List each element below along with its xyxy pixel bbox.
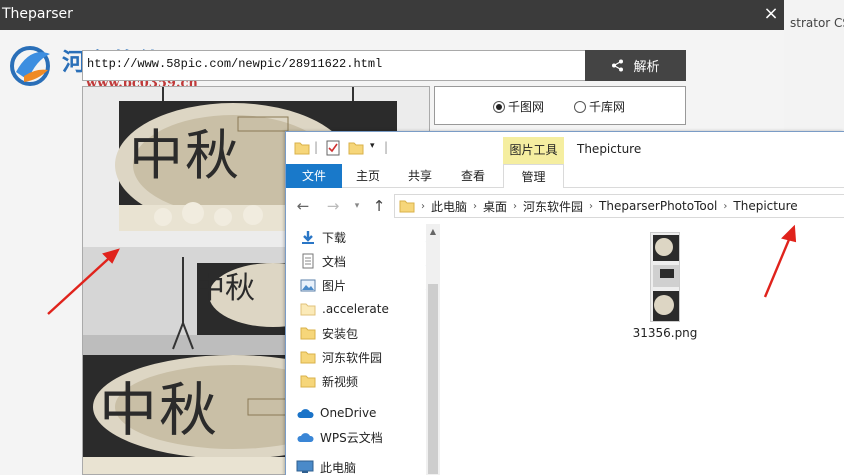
folder-icon: [399, 200, 415, 213]
document-icon: [302, 253, 314, 269]
nav-item-label: 此电脑: [320, 460, 357, 475]
nav-item-label: 河东软件园: [322, 350, 383, 365]
download-icon: [302, 231, 314, 244]
nav-item-this-pc[interactable]: 此电脑: [296, 456, 420, 475]
address-row: ← → ▾ ↑ › 此电脑 › 桌面 › 河东软件园 › TheparserPh…: [286, 188, 844, 224]
up-arrow-icon[interactable]: ↑: [370, 197, 388, 215]
address-bar[interactable]: › 此电脑 › 桌面 › 河东软件园 › TheparserPhotoTool …: [394, 194, 844, 218]
nav-item-onedrive[interactable]: OneDrive: [296, 402, 420, 424]
app-title: Theparser: [2, 6, 73, 22]
qat-dropdown-icon[interactable]: ▾: [370, 141, 375, 151]
ribbon-tabs: 文件 主页 共享 查看 管理: [286, 164, 844, 189]
file-name: 31356.png: [632, 326, 698, 340]
breadcrumb-hedong[interactable]: 河东软件园: [523, 198, 583, 215]
back-arrow-icon[interactable]: ←: [294, 197, 312, 215]
breadcrumb-photo-tool[interactable]: TheparserPhotoTool: [599, 199, 717, 213]
nav-item-label: 安装包: [322, 326, 359, 341]
folder-icon: [300, 351, 316, 364]
radio-qianku[interactable]: 千库网: [574, 98, 625, 115]
nav-item-pictures[interactable]: 图片 📌: [300, 274, 437, 296]
app-titlebar[interactable]: Theparser ×: [0, 0, 784, 30]
nav-item-accelerate[interactable]: .accelerate: [300, 298, 424, 320]
computer-icon: [296, 460, 314, 473]
close-icon[interactable]: ×: [760, 2, 782, 26]
breadcrumb-desktop[interactable]: 桌面: [483, 198, 507, 215]
radio-qianku-label: 千库网: [589, 100, 626, 114]
nav-item-label: 图片: [322, 278, 347, 293]
radio-dot: [574, 100, 586, 113]
folder-icon: [300, 375, 316, 388]
share-icon: [612, 59, 624, 72]
new-folder-icon[interactable]: [348, 141, 364, 155]
site-selector: 千图网 千库网: [434, 86, 686, 125]
nav-item-downloads[interactable]: 下载 📌: [300, 226, 437, 248]
tab-view[interactable]: 查看: [461, 164, 485, 188]
nav-item-label: OneDrive: [320, 406, 377, 420]
nav-item-label: .accelerate: [322, 302, 389, 316]
picture-icon: [300, 279, 316, 292]
nav-item-documents[interactable]: 文档 📌: [300, 250, 437, 272]
properties-icon[interactable]: [326, 140, 340, 156]
parse-button[interactable]: 解析: [585, 50, 686, 81]
folder-icon: [300, 303, 316, 316]
nav-item-label: 新视频: [322, 374, 359, 389]
qat-divider: |: [314, 140, 319, 154]
radio-qiantu-label: 千图网: [508, 100, 545, 114]
file-item[interactable]: 31356.png: [630, 232, 700, 340]
screen: strator CS Theparser × 河东软件园 www.pc0359.…: [0, 0, 844, 475]
cloud-icon: [297, 433, 314, 442]
poster-title-middle: 中秋: [195, 271, 255, 306]
nav-item-hedong[interactable]: 河东软件园: [300, 346, 424, 368]
parse-button-label: 解析: [633, 60, 660, 75]
nav-scrollbar[interactable]: ▲: [426, 224, 440, 475]
url-input[interactable]: http://www.58pic.com/newpic/28911622.htm…: [82, 50, 586, 81]
breadcrumb-this-pc[interactable]: 此电脑: [431, 198, 467, 215]
folder-icon: [300, 327, 316, 340]
scroll-up-icon[interactable]: ▲: [426, 224, 440, 240]
file-list: 31356.png: [440, 224, 844, 475]
breadcrumb-thepicture[interactable]: Thepicture: [733, 199, 797, 213]
poster-title-top: 中秋: [129, 124, 241, 187]
navigation-pane: 下载 📌 文档 📌 图片 📌 .accelerate 安装包: [286, 224, 440, 475]
file-explorer-window: | ▾ | Thepicture 图片工具 文件 主页 共享 查看 管理 ← →…: [285, 131, 844, 475]
tab-home[interactable]: 主页: [356, 164, 380, 188]
nav-item-label: 文档: [322, 254, 347, 269]
qat-divider-2: |: [384, 140, 389, 154]
tab-manage[interactable]: 管理: [503, 164, 564, 189]
forward-arrow-icon[interactable]: →: [324, 197, 342, 215]
recent-dropdown-icon[interactable]: ▾: [348, 197, 366, 215]
nav-item-label: 下载: [322, 230, 347, 245]
breadcrumb-separator: ›: [723, 200, 728, 212]
nav-item-new-video[interactable]: 新视频: [300, 370, 424, 392]
radio-dot-checked: [493, 100, 505, 113]
window-title: Thepicture: [577, 142, 642, 156]
breadcrumb-separator: ›: [589, 200, 594, 212]
breadcrumb-separator: ›: [513, 200, 518, 212]
watermark-logo-icon: [10, 46, 50, 86]
tab-share[interactable]: 共享: [408, 164, 432, 188]
picture-tools-label: 图片工具: [503, 137, 564, 164]
png-thumbnail-icon: [650, 232, 680, 322]
background-window-title: strator CS: [790, 16, 844, 30]
nav-item-installers[interactable]: 安装包: [300, 322, 424, 344]
cloud-icon: [297, 409, 314, 418]
nav-item-label: WPS云文档: [320, 430, 383, 445]
breadcrumb-separator: ›: [473, 200, 478, 212]
nav-item-wps-cloud[interactable]: WPS云文档: [296, 426, 420, 448]
tab-file[interactable]: 文件: [286, 164, 342, 188]
quick-access-toolbar: | ▾ | Thepicture: [286, 132, 844, 164]
breadcrumb-separator: ›: [421, 200, 425, 212]
scrollbar-thumb[interactable]: [428, 284, 438, 474]
poster-title-bottom: 中秋: [99, 376, 220, 444]
radio-qiantu[interactable]: 千图网: [493, 98, 544, 115]
folder-icon[interactable]: [294, 141, 310, 155]
